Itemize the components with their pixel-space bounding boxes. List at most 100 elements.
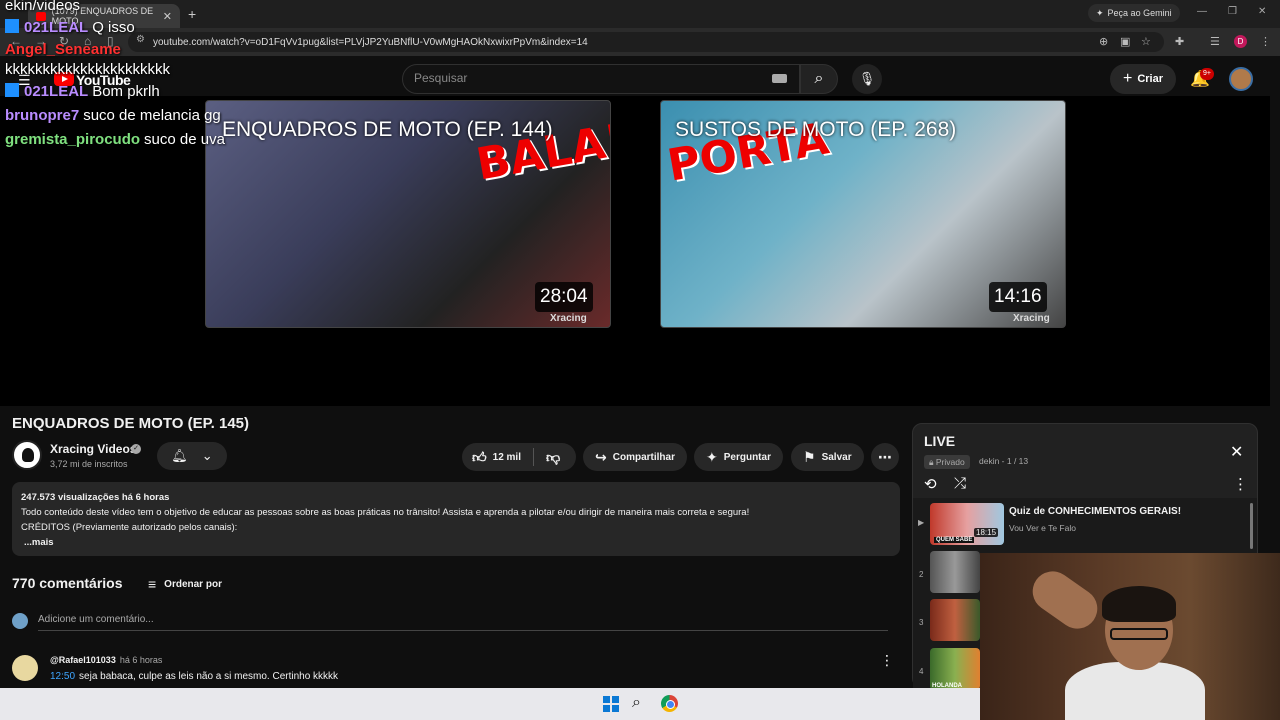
account-avatar[interactable] — [1229, 67, 1253, 91]
minimize-icon[interactable]: — — [1197, 6, 1207, 17]
chrome-icon[interactable] — [661, 695, 678, 712]
sort-label: Ordenar por — [164, 578, 222, 590]
endscreen-duration-2: 14:16 — [989, 282, 1047, 312]
comment-timestamp-link[interactable]: 12:50 — [50, 671, 75, 682]
tab-close-icon[interactable]: ✕ — [163, 10, 172, 23]
webcam-glasses — [1110, 628, 1168, 640]
zoom-icon[interactable]: ⊕ — [1099, 35, 1108, 48]
description-box[interactable]: 247.573 visualizações há 6 horas Todo co… — [12, 482, 900, 556]
playlist-item-number: 2 — [919, 570, 924, 579]
microphone-icon: 🎙 — [858, 71, 876, 86]
playlist-close-icon[interactable]: ✕ — [1230, 442, 1243, 462]
thumb-caption: QUEM SABE — [934, 537, 975, 543]
windows-taskbar — [0, 688, 980, 720]
url-text[interactable]: youtube.com/watch?v=oD1FqVv1pug&list=PLV… — [153, 37, 588, 48]
like-count[interactable]: 12 mil — [493, 452, 521, 463]
bookmark-icon: ⚑ — [803, 448, 816, 465]
playlist-scrollbar[interactable] — [1250, 503, 1253, 549]
cast-icon[interactable]: ▣ — [1120, 35, 1130, 48]
window-close-icon[interactable]: ✕ — [1258, 6, 1266, 17]
playlist-item-number: 4 — [919, 667, 924, 676]
search-button[interactable]: ⌕ — [800, 64, 838, 94]
chat-line: Angel_Seneame — [5, 41, 121, 58]
comment-author[interactable]: @Rafael101033 há 6 horas — [50, 655, 162, 665]
chat-line: ekin/videos — [5, 0, 81, 14]
extensions-icon[interactable]: ✚ — [1175, 35, 1184, 48]
playlist-thumb-2[interactable] — [930, 551, 980, 593]
like-dislike-group: 👍︎ 12 mil 👎︎ — [462, 443, 576, 471]
sort-icon: ≡ — [148, 576, 157, 592]
dislike-icon[interactable]: 👎︎ — [546, 449, 560, 466]
add-comment-input[interactable]: Adicione um comentário... — [38, 614, 154, 625]
sort-comments-button[interactable]: ≡ Ordenar por — [148, 576, 222, 592]
bell-icon: 🔔︎ — [171, 448, 188, 463]
description-line: Todo conteúdo deste vídeo tem o objetivo… — [21, 507, 750, 518]
more-horizontal-icon: ⋯ — [878, 448, 892, 465]
chat-badge-icon — [5, 19, 19, 33]
browser-menu-icon[interactable]: ⋮ — [1260, 35, 1271, 48]
show-more-link[interactable]: ...mais — [21, 535, 891, 550]
shuffle-icon[interactable]: ⤮ — [954, 475, 966, 492]
loop-icon[interactable]: ⟲ — [924, 475, 937, 493]
search-placeholder[interactable]: Pesquisar — [414, 71, 467, 85]
playlist-thumb-4[interactable]: HOLANDA — [930, 648, 980, 690]
chat-line: kkkkkkkkkkkkkkkkkkkkkk — [5, 61, 170, 78]
new-tab-icon[interactable]: + — [188, 6, 196, 22]
playlist-menu-icon[interactable]: ⋮ — [1233, 475, 1248, 493]
share-label: Compartilhar — [612, 451, 675, 463]
user-avatar — [12, 613, 28, 629]
chevron-down-icon: ⌄ — [201, 448, 213, 463]
webcam-shirt — [1065, 662, 1205, 720]
commenter-avatar[interactable] — [12, 655, 38, 681]
create-label: Criar — [1137, 73, 1164, 85]
chat-line: 021LEAL Bom pkrlh — [5, 83, 160, 100]
browser-profile-avatar[interactable]: D — [1234, 35, 1247, 48]
share-button[interactable]: ↪ Compartilhar — [583, 443, 687, 471]
reading-list-icon[interactable]: ☰ — [1210, 35, 1220, 48]
endscreen-title-1[interactable]: ENQUADROS DE MOTO (EP. 144) — [222, 118, 553, 142]
maximize-icon[interactable]: ❐ — [1228, 6, 1237, 17]
channel-subscribers: 3,72 mi de inscritos — [50, 459, 128, 469]
keyboard-icon[interactable] — [772, 74, 787, 83]
comment-input-underline — [38, 630, 888, 631]
playlist-thumb-1[interactable]: QUEM SABE — [930, 503, 1004, 545]
comment-menu-icon[interactable]: ⋮ — [880, 652, 894, 669]
channel-watermark: Xracing — [550, 313, 587, 324]
more-actions-button[interactable]: ⋯ — [871, 443, 899, 471]
playlist-owner-position: dekin - 1 / 13 — [979, 456, 1029, 466]
taskbar-search-icon[interactable]: ⌕ — [632, 694, 641, 712]
chat-line: gremista_pirocudo suco de uva — [5, 131, 225, 148]
chat-line: 021LEAL Q isso — [5, 19, 135, 36]
playlist-item-number: 3 — [919, 618, 924, 627]
create-button[interactable]: + Criar — [1110, 64, 1176, 94]
search-icon: ⌕ — [814, 70, 824, 87]
channel-name[interactable]: Xracing Videos — [50, 442, 136, 456]
comment-time: há 6 horas — [119, 655, 163, 665]
channel-avatar[interactable] — [12, 440, 42, 470]
save-button[interactable]: ⚑ Salvar — [791, 443, 864, 471]
channel-watermark: Xracing — [1013, 313, 1050, 324]
voice-search-button[interactable]: 🎙 — [852, 64, 882, 94]
lock-icon: 🔒︎ — [929, 457, 936, 467]
description-line: CRÉDITOS (Previamente autorizado pelos c… — [21, 522, 238, 533]
endscreen-duration-1: 28:04 — [535, 282, 593, 312]
playlist-title[interactable]: LIVE — [924, 433, 955, 449]
ask-button[interactable]: ✦ Perguntar — [694, 443, 783, 471]
endscreen-title-2[interactable]: SUSTOS DE MOTO (EP. 268) — [675, 118, 956, 142]
comments-count: 770 comentários — [12, 575, 123, 591]
site-info-icon[interactable]: ⚙ — [136, 34, 145, 45]
windows-start-icon[interactable] — [603, 696, 619, 712]
save-label: Salvar — [821, 451, 852, 463]
playlist-thumb-3[interactable] — [930, 599, 980, 641]
now-playing-icon: ▶ — [918, 518, 925, 527]
subscription-bell-button[interactable]: 🔔︎ ⌄ — [157, 442, 227, 470]
like-icon[interactable]: 👍︎ — [472, 449, 487, 466]
playlist-item-title[interactable]: Quiz de CONHECIMENTOS GERAIS! — [1009, 506, 1181, 517]
gemini-icon: ✦ — [1096, 7, 1104, 18]
chat-badge-icon — [5, 83, 19, 97]
playlist-duration: 18:15 — [974, 528, 999, 537]
gemini-button[interactable]: ✦ Peça ao Gemini — [1088, 4, 1180, 22]
playlist-privacy-badge: 🔒︎ Privado — [924, 455, 970, 469]
playlist-item-channel[interactable]: Vou Ver e Te Falo — [1009, 523, 1076, 533]
bookmark-star-icon[interactable]: ☆ — [1141, 35, 1151, 48]
